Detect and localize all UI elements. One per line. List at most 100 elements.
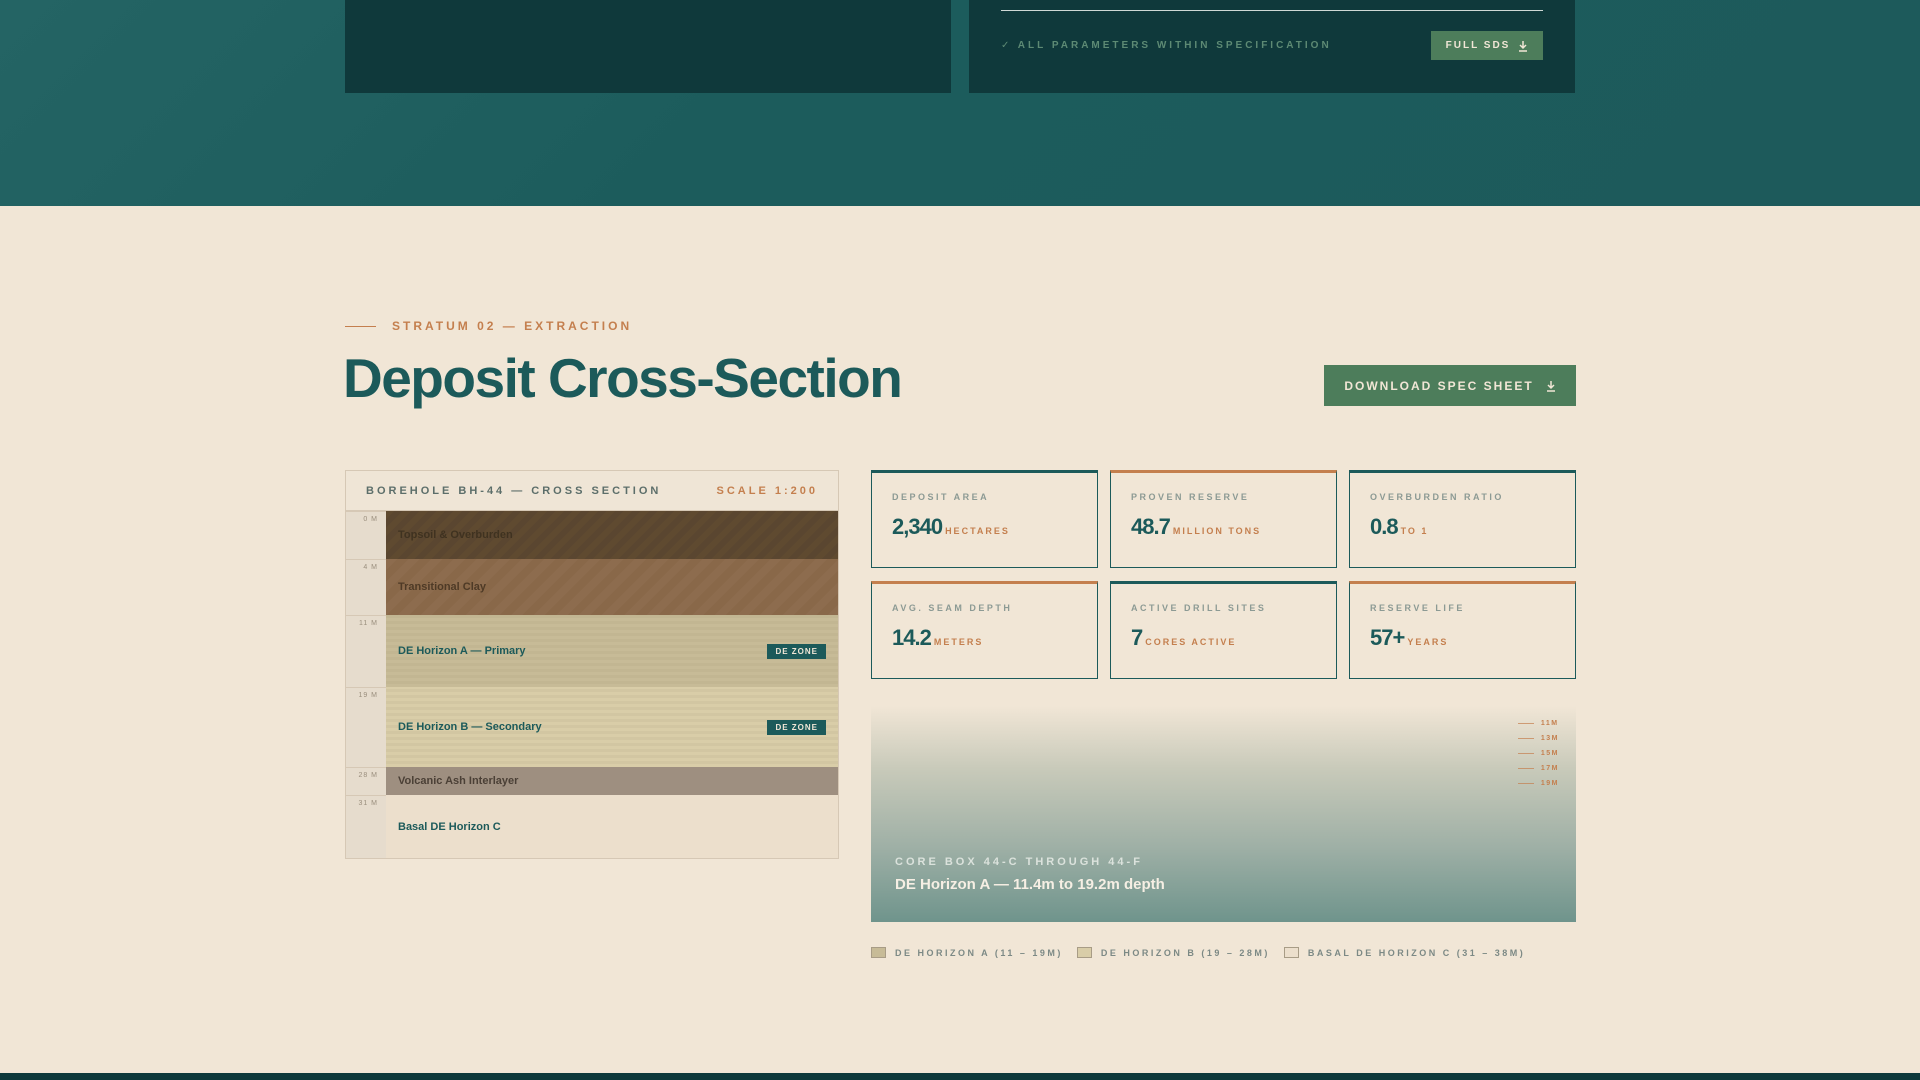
stat-value: 0.8 bbox=[1370, 514, 1399, 539]
stat-value-row: 14.2 METERS bbox=[892, 625, 1077, 651]
download-icon bbox=[1546, 380, 1556, 392]
stat-unit: TO 1 bbox=[1400, 526, 1429, 536]
depth-tick: 17M bbox=[1517, 765, 1559, 772]
stat-unit: CORES ACTIVE bbox=[1145, 637, 1237, 647]
stat-value-row: 0.8 TO 1 bbox=[1370, 514, 1555, 540]
stat-value-row: 57+ YEARS bbox=[1370, 625, 1555, 651]
spec-card: ✓ ALL PARAMETERS WITHIN SPECIFICATION FU… bbox=[969, 0, 1575, 93]
horizon-legend: DE HORIZON A (11 – 19M) DE HORIZON B (19… bbox=[871, 947, 1525, 958]
depth-tick: 11M bbox=[1517, 720, 1559, 727]
hero-image-card bbox=[345, 0, 951, 93]
layer-name: Volcanic Ash Interlayer bbox=[398, 775, 519, 787]
legend-item: DE HORIZON B (19 – 28M) bbox=[1076, 947, 1270, 958]
core-box-id: CORE BOX 44-C THROUGH 44-F bbox=[895, 856, 1143, 868]
tick-line bbox=[1517, 723, 1534, 724]
stratum-layer: 31 M Basal DE Horizon C bbox=[346, 795, 838, 858]
stratum-layer: 19 M DE Horizon B — Secondary DE ZONE bbox=[346, 687, 838, 767]
tick-label: 19M bbox=[1540, 780, 1559, 787]
eyebrow-label: STRATUM 02 — EXTRACTION bbox=[392, 319, 633, 333]
tick-line bbox=[1517, 768, 1534, 769]
section-eyebrow: STRATUM 02 — EXTRACTION bbox=[345, 319, 632, 333]
layer-name: DE Horizon B — Secondary bbox=[398, 721, 542, 733]
tick-label: 17M bbox=[1540, 765, 1559, 772]
legend-item: DE HORIZON A (11 – 19M) bbox=[871, 947, 1063, 958]
borehole-cross-section: BOREHOLE BH-44 — CROSS SECTION SCALE 1:2… bbox=[345, 470, 839, 859]
legend-swatch bbox=[1076, 947, 1092, 958]
depth-marker: 4 M bbox=[346, 559, 386, 615]
full-sds-label: FULL SDS bbox=[1445, 40, 1511, 51]
tick-label: 11M bbox=[1540, 720, 1559, 727]
depth-tick: 13M bbox=[1517, 735, 1559, 742]
stat-card-deposit-area: DEPOSIT AREA 2,340 HECTARES bbox=[871, 470, 1098, 568]
stat-unit: HECTARES bbox=[945, 526, 1010, 536]
tick-line bbox=[1517, 753, 1534, 754]
eyebrow-line bbox=[345, 325, 376, 327]
depth-marker: 28 M bbox=[346, 767, 386, 795]
stat-value-row: 48.7 MILLION TONS bbox=[1131, 514, 1316, 540]
stat-label: DEPOSIT AREA bbox=[892, 492, 990, 502]
download-icon bbox=[1518, 40, 1528, 52]
stratum-layer: 11 M DE Horizon A — Primary DE ZONE bbox=[346, 615, 838, 687]
stat-label: OVERBURDEN RATIO bbox=[1370, 492, 1504, 502]
legend-label: DE HORIZON B (19 – 28M) bbox=[1100, 947, 1270, 958]
stat-label: RESERVE LIFE bbox=[1370, 603, 1465, 613]
de-zone-badge: DE ZONE bbox=[767, 719, 826, 735]
stat-value: 2,340 bbox=[892, 514, 943, 539]
stat-card-avg-seam-depth: AVG. SEAM DEPTH 14.2 METERS bbox=[871, 581, 1098, 679]
stat-value-row: 7 CORES ACTIVE bbox=[1131, 625, 1316, 651]
borehole-title: BOREHOLE BH-44 — CROSS SECTION bbox=[366, 484, 662, 497]
core-caption: CORE BOX 44-C THROUGH 44-F DE Horizon A … bbox=[895, 856, 1165, 893]
stat-label: ACTIVE DRILL SITES bbox=[1131, 603, 1267, 613]
stat-value: 14.2 bbox=[892, 625, 932, 650]
stat-unit: MILLION TONS bbox=[1172, 526, 1262, 536]
layer-name: Transitional Clay bbox=[398, 581, 487, 593]
layer-name: Topsoil & Overburden bbox=[398, 529, 513, 541]
spec-status-text: ✓ ALL PARAMETERS WITHIN SPECIFICATION bbox=[1001, 40, 1332, 51]
depth-marker: 0 M bbox=[346, 511, 386, 559]
legend-swatch bbox=[871, 947, 886, 958]
layer-name: Basal DE Horizon C bbox=[398, 820, 501, 833]
stat-unit: YEARS bbox=[1407, 637, 1449, 647]
de-zone-badge: DE ZONE bbox=[767, 643, 826, 659]
footer-edge bbox=[0, 1073, 1920, 1080]
legend-label: DE HORIZON A (11 – 19M) bbox=[895, 947, 1063, 958]
stat-card-active-drill-sites: ACTIVE DRILL SITES 7 CORES ACTIVE bbox=[1110, 581, 1337, 679]
depth-tick: 19M bbox=[1517, 780, 1559, 787]
borehole-header: BOREHOLE BH-44 — CROSS SECTION SCALE 1:2… bbox=[346, 471, 838, 511]
page-title: Deposit Cross-Section bbox=[343, 347, 903, 409]
depth-marker: 31 M bbox=[346, 795, 386, 858]
legend-label: BASAL DE HORIZON C (31 – 38M) bbox=[1307, 947, 1526, 958]
stratum-layer: 28 M Volcanic Ash Interlayer bbox=[346, 767, 838, 795]
hero-band: ✓ ALL PARAMETERS WITHIN SPECIFICATION FU… bbox=[0, 0, 1920, 206]
depth-marker: 19 M bbox=[346, 687, 386, 767]
stat-value: 57+ bbox=[1370, 625, 1405, 650]
stat-label: AVG. SEAM DEPTH bbox=[892, 603, 1013, 613]
layer-name: DE Horizon A — Primary bbox=[398, 645, 526, 657]
legend-swatch bbox=[1283, 947, 1299, 958]
layer-body: Transitional Clay bbox=[386, 559, 838, 615]
spec-divider bbox=[1001, 10, 1543, 11]
layer-body: Volcanic Ash Interlayer bbox=[386, 767, 838, 795]
borehole-scale: SCALE 1:200 bbox=[716, 484, 818, 497]
core-description: DE Horizon A — 11.4m to 19.2m depth bbox=[895, 876, 1165, 893]
stat-value: 48.7 bbox=[1131, 514, 1171, 539]
stratum-layer: 0 M Topsoil & Overburden bbox=[346, 511, 838, 559]
stat-value-row: 2,340 HECTARES bbox=[892, 514, 1077, 540]
layer-body: Basal DE Horizon C bbox=[386, 795, 838, 858]
core-sample-image: 11M 13M 15M 17M 19M CORE BOX 44-C THROUG… bbox=[871, 706, 1576, 922]
stat-card-proven-reserve: PROVEN RESERVE 48.7 MILLION TONS bbox=[1110, 470, 1337, 568]
layer-body: DE Horizon A — Primary DE ZONE bbox=[386, 615, 838, 687]
stat-card-reserve-life: RESERVE LIFE 57+ YEARS bbox=[1349, 581, 1576, 679]
depth-marker: 11 M bbox=[346, 615, 386, 687]
layer-body: Topsoil & Overburden bbox=[386, 511, 838, 559]
legend-item: BASAL DE HORIZON C (31 – 38M) bbox=[1283, 947, 1526, 958]
stratum-layer: 4 M Transitional Clay bbox=[346, 559, 838, 615]
stat-label: PROVEN RESERVE bbox=[1131, 492, 1250, 502]
download-spec-sheet-button[interactable]: DOWNLOAD SPEC SHEET bbox=[1324, 365, 1576, 406]
layer-body: DE Horizon B — Secondary DE ZONE bbox=[386, 687, 838, 767]
stat-value: 7 bbox=[1131, 625, 1143, 650]
tick-label: 13M bbox=[1540, 735, 1559, 742]
depth-tick-scale: 11M 13M 15M 17M 19M bbox=[1517, 720, 1559, 787]
depth-tick: 15M bbox=[1517, 750, 1559, 757]
full-sds-button[interactable]: FULL SDS bbox=[1431, 31, 1543, 60]
